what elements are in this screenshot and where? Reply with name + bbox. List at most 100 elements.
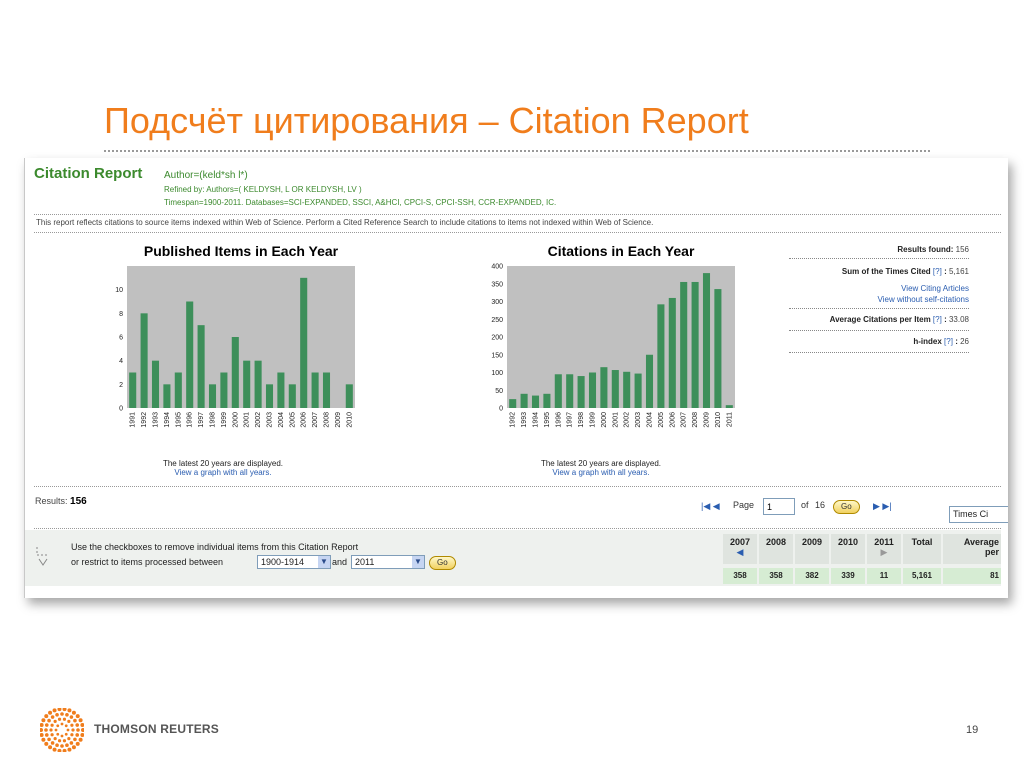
logo-dot <box>53 719 57 723</box>
year-label: 2008 <box>765 537 787 547</box>
logo-dot <box>48 745 53 750</box>
bar-2008 <box>322 372 331 408</box>
divider <box>789 352 969 353</box>
logo-dot <box>64 732 68 736</box>
h-index-label: h-index <box>913 337 942 346</box>
logo-dot <box>50 723 54 727</box>
year-column-2007: 2007 ◀ <box>723 534 757 564</box>
view-all-years-link[interactable]: View a graph with all years. <box>137 468 309 477</box>
x-tick-label: 1995 <box>544 412 551 428</box>
y-tick-label: 250 <box>491 317 503 324</box>
y-tick-label: 0 <box>119 406 123 413</box>
logo-dot <box>75 741 80 746</box>
y-tick-label: 400 <box>491 264 503 271</box>
view-citing-articles-link[interactable]: View Citing Articles <box>901 284 969 293</box>
results-value: 156 <box>70 496 87 507</box>
year-label: 2007 <box>729 537 751 547</box>
bar-2007 <box>311 372 319 408</box>
year-value-2009: 382 <box>795 568 829 584</box>
y-tick-label: 10 <box>115 287 123 294</box>
previous-years-icon[interactable]: ◀ <box>723 547 757 558</box>
year-column-2009: 2009 <box>795 534 829 564</box>
divider <box>34 528 1001 529</box>
bar-1997 <box>197 325 205 408</box>
x-tick-label: 2006 <box>669 412 676 428</box>
x-tick-label: 2006 <box>301 412 308 428</box>
plot-area <box>507 266 735 408</box>
divider <box>789 330 969 331</box>
year-to-select[interactable]: 2011 ▼ <box>351 555 425 569</box>
y-tick-label: 0 <box>499 406 503 413</box>
bar-2004 <box>645 354 654 408</box>
divider <box>789 258 969 259</box>
logo-dot <box>44 714 49 719</box>
x-tick-label: 1996 <box>555 412 562 428</box>
logo-dot <box>50 741 55 745</box>
bar-2010 <box>714 289 722 408</box>
citation-report-panel: Citation Report Author=(keld*sh l*) Refi… <box>25 158 1008 586</box>
bar-2011 <box>725 405 733 408</box>
bar-2002 <box>254 360 262 408</box>
logo-dot <box>62 717 67 721</box>
x-tick-label: 2001 <box>244 412 251 428</box>
view-without-self-citations-link[interactable]: View without self-citations <box>878 295 969 304</box>
x-tick-label: 2005 <box>658 412 665 428</box>
logo-dot <box>70 723 74 727</box>
x-tick-label: 1999 <box>221 412 228 428</box>
bar-1992 <box>509 399 517 408</box>
total-label: Total <box>911 537 933 547</box>
logo-dot <box>55 743 59 748</box>
results-found-label: Results found: <box>897 245 954 254</box>
x-tick-label: 1995 <box>175 412 182 428</box>
bar-1994 <box>163 384 171 408</box>
year-label: 2010 <box>837 537 859 547</box>
of-label: of <box>801 500 809 510</box>
bar-2003 <box>265 384 274 408</box>
sort-by-select[interactable]: Times Ci <box>949 506 1008 523</box>
logo-dot <box>60 722 64 726</box>
bar-2005 <box>657 304 665 408</box>
logo-dot <box>55 712 59 717</box>
page-number-input[interactable] <box>763 498 795 515</box>
go-restrict-button[interactable]: Go <box>429 556 456 570</box>
logo-dot <box>57 708 62 712</box>
next-last-page-icon[interactable]: ▶ ▶| <box>873 501 892 512</box>
logo-dot <box>71 728 75 732</box>
total-column: Total <box>903 534 941 564</box>
help-link[interactable]: [?] <box>944 337 953 346</box>
results-found-value: 156 <box>955 245 969 254</box>
x-tick-label: 2003 <box>267 412 274 428</box>
x-tick-label: 1992 <box>510 412 517 428</box>
y-tick-label: 150 <box>491 352 503 359</box>
bar-1996 <box>554 374 562 408</box>
x-tick-label: 1999 <box>590 412 597 428</box>
logo-dot <box>52 747 57 752</box>
bar-2003 <box>634 373 642 408</box>
logo-dot <box>80 722 84 727</box>
x-tick-label: 2010 <box>715 412 722 428</box>
average-label-per: per <box>984 547 999 557</box>
x-tick-label: 2004 <box>647 412 654 428</box>
help-link[interactable]: [?] <box>933 315 942 324</box>
view-all-years-link[interactable]: View a graph with all years. <box>515 468 687 477</box>
y-tick-label: 350 <box>491 281 503 288</box>
results-found-row: Results found: 156 <box>897 245 969 254</box>
x-tick-label: 2000 <box>232 412 239 428</box>
y-tick-label: 2 <box>119 382 123 389</box>
logo-dot <box>73 737 77 742</box>
average-value: 81 <box>943 568 1001 584</box>
logo-dot <box>52 708 57 713</box>
results-label: Results: <box>35 496 68 506</box>
first-prev-page-icon[interactable]: |◀ ◀ <box>701 501 720 512</box>
go-page-button[interactable]: Go <box>833 500 860 514</box>
x-tick-label: 1998 <box>578 412 585 428</box>
logo-dot <box>40 722 44 727</box>
logo-dot <box>57 739 62 743</box>
year-from-select[interactable]: 1900-1914 ▼ <box>257 555 331 569</box>
x-tick-label: 1997 <box>198 412 205 428</box>
report-notice: This report reflects citations to source… <box>36 218 654 227</box>
thomson-reuters-logo-icon <box>40 708 84 752</box>
logo-dot <box>69 715 74 719</box>
help-link[interactable]: [?] <box>933 267 942 276</box>
logo-dot <box>78 718 83 723</box>
